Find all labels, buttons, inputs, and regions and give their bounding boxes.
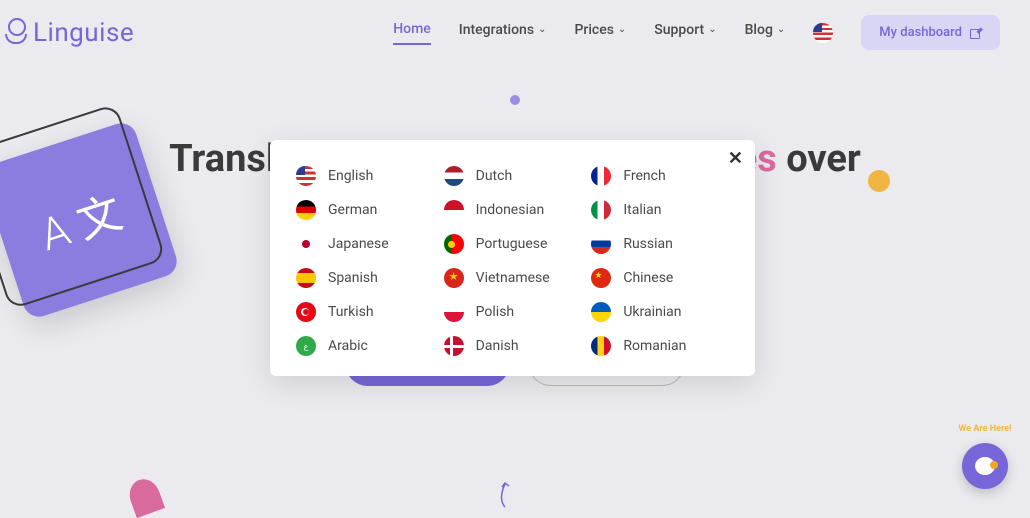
decoration-dot-orange [868, 170, 890, 192]
language-item-portuguese[interactable]: Portuguese [444, 234, 582, 254]
chevron-down-icon: ⌄ [708, 24, 716, 35]
nav-prices[interactable]: Prices⌄ [574, 22, 626, 44]
language-item-vietnamese[interactable]: Vietnamese [444, 268, 582, 288]
nav: Home Integrations⌄ Prices⌄ Support⌄ Blog… [393, 15, 1000, 50]
dashboard-button[interactable]: My dashboard [861, 15, 1000, 50]
language-item-dutch[interactable]: Dutch [444, 166, 582, 186]
chevron-down-icon: ⌄ [538, 24, 546, 35]
flag-icon-portuguese [444, 234, 464, 254]
chat-widget[interactable]: We Are Here! [950, 424, 1020, 494]
language-label: Arabic [328, 338, 368, 354]
language-label: Polish [476, 304, 514, 320]
language-item-english[interactable]: English [296, 166, 434, 186]
language-label: Indonesian [476, 202, 545, 218]
logo-icon [5, 18, 27, 48]
language-label: Russian [623, 236, 673, 252]
chat-badge-text: We Are Here! [950, 424, 1020, 434]
flag-icon-chinese [591, 268, 611, 288]
chat-icon [962, 443, 1008, 489]
flag-icon-romanian [591, 336, 611, 356]
language-item-japanese[interactable]: Japanese [296, 234, 434, 254]
flag-icon-polish [444, 302, 464, 322]
language-label: Danish [476, 338, 519, 354]
language-label: Italian [623, 202, 661, 218]
nav-blog[interactable]: Blog⌄ [745, 22, 786, 44]
flag-icon-italian [591, 200, 611, 220]
language-label: Romanian [623, 338, 686, 354]
flag-icon-turkish [296, 302, 316, 322]
language-item-russian[interactable]: Russian [591, 234, 729, 254]
language-label: Chinese [623, 270, 673, 286]
language-label: English [328, 168, 373, 184]
flag-icon-russian [591, 234, 611, 254]
language-item-turkish[interactable]: Turkish [296, 302, 434, 322]
language-item-danish[interactable]: Danish [444, 336, 582, 356]
language-item-spanish[interactable]: Spanish [296, 268, 434, 288]
chevron-down-icon: ⌄ [777, 24, 785, 35]
nav-home[interactable]: Home [393, 21, 431, 45]
flag-icon-german [296, 200, 316, 220]
language-item-indonesian[interactable]: Indonesian [444, 200, 582, 220]
flag-icon-indonesian [444, 200, 464, 220]
flag-icon-french [591, 166, 611, 186]
language-label: Spanish [328, 270, 378, 286]
language-popup: ✕ English Dutch French German Indonesian Ital… [270, 140, 755, 376]
dashboard-label: My dashboard [879, 25, 962, 40]
language-label: Ukrainian [623, 304, 681, 320]
language-item-chinese[interactable]: Chinese [591, 268, 729, 288]
flag-icon-japanese [296, 234, 316, 254]
language-item-ukrainian[interactable]: Ukrainian [591, 302, 729, 322]
language-label: French [623, 168, 665, 184]
language-label: Japanese [328, 236, 389, 252]
language-label: German [328, 202, 377, 218]
decoration-dot [510, 95, 520, 105]
language-item-arabic[interactable]: Arabic [296, 336, 434, 356]
language-item-italian[interactable]: Italian [591, 200, 729, 220]
flag-icon-spanish [296, 268, 316, 288]
decoration-shape-pink [125, 475, 165, 518]
language-label: Portuguese [476, 236, 548, 252]
flag-icon-vietnamese [444, 268, 464, 288]
flag-icon-dutch [444, 166, 464, 186]
logo[interactable]: Linguise [5, 18, 134, 48]
close-icon[interactable]: ✕ [728, 148, 743, 169]
language-label: Vietnamese [476, 270, 550, 286]
flag-icon-english [296, 166, 316, 186]
flag-icon-arabic [296, 336, 316, 356]
flag-icon-danish [444, 336, 464, 356]
external-link-icon [970, 27, 982, 39]
language-flag-icon[interactable] [813, 23, 833, 43]
nav-support[interactable]: Support⌄ [654, 22, 716, 44]
language-label: Turkish [328, 304, 374, 320]
language-item-romanian[interactable]: Romanian [591, 336, 729, 356]
chevron-down-icon: ⌄ [618, 24, 626, 35]
header: Linguise Home Integrations⌄ Prices⌄ Supp… [0, 0, 1030, 65]
language-item-french[interactable]: French [591, 166, 729, 186]
flag-icon-ukrainian [591, 302, 611, 322]
language-label: Dutch [476, 168, 513, 184]
language-grid: English Dutch French German Indonesian Italia… [296, 166, 729, 356]
logo-text: Linguise [33, 18, 134, 48]
language-item-polish[interactable]: Polish [444, 302, 582, 322]
language-item-german[interactable]: German [296, 200, 434, 220]
nav-integrations[interactable]: Integrations⌄ [459, 22, 547, 44]
arrow-icon [490, 479, 520, 509]
